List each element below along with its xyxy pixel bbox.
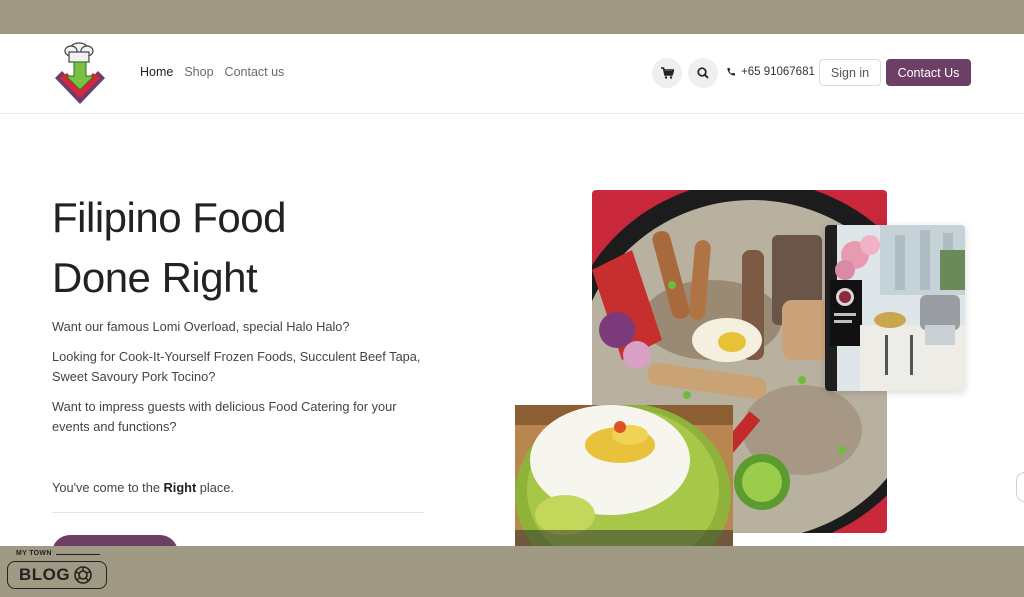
phone-icon — [727, 68, 735, 76]
badge-line — [56, 554, 100, 555]
camera-icon — [74, 566, 92, 584]
para4-text-end: place. — [196, 480, 234, 495]
browser-frame-top — [0, 0, 1024, 34]
hero-title-line2: Done Right — [52, 254, 258, 301]
web-page: Home Shop Contact us +65 91067681 Sign i… — [0, 34, 1024, 546]
badge-top-text: MY TOWN — [16, 550, 52, 557]
para4-text: You've come to the — [52, 480, 164, 495]
cart-button[interactable] — [652, 58, 682, 88]
para4-bold: Right — [163, 480, 197, 495]
browser-frame-bottom — [0, 546, 1024, 597]
nav-home[interactable]: Home — [140, 65, 173, 79]
hero-paragraph-2: Looking for Cook-It-Yourself Frozen Food… — [52, 349, 421, 384]
hero-cta-button[interactable] — [52, 535, 178, 546]
cart-icon — [660, 67, 674, 79]
main-nav: Home Shop Contact us — [140, 65, 284, 79]
my-town-blog-badge[interactable]: MY TOWN BLOG — [6, 547, 110, 591]
badge-box: BLOG — [7, 561, 107, 589]
signin-button[interactable]: Sign in — [819, 59, 881, 86]
contact-us-button[interactable]: Contact Us — [886, 59, 971, 86]
search-button[interactable] — [688, 58, 718, 88]
phone-number: +65 91067681 — [741, 66, 815, 78]
buko-coconut-image — [515, 405, 733, 546]
phone-link[interactable]: +65 91067681 — [726, 66, 815, 78]
site-header: Home Shop Contact us +65 91067681 Sign i… — [0, 34, 1024, 114]
hero-title-line1: Filipino Food — [52, 194, 286, 241]
hero-paragraph-3: Want to impress guests with delicious Fo… — [52, 399, 397, 434]
logo-chef-icon[interactable] — [52, 40, 108, 108]
badge-main-text: BLOG — [19, 565, 71, 584]
hero-paragraph-4: You've come to the Right place. — [52, 478, 432, 498]
nav-shop[interactable]: Shop — [184, 65, 213, 79]
nav-contact[interactable]: Contact us — [225, 65, 285, 79]
catering-setup-image — [825, 225, 965, 391]
hero-divider — [52, 512, 424, 513]
scroll-edge-button[interactable] — [1016, 472, 1024, 502]
search-icon — [697, 67, 709, 79]
hero-paragraph-1: Want our famous Lomi Overload, special H… — [52, 319, 350, 334]
